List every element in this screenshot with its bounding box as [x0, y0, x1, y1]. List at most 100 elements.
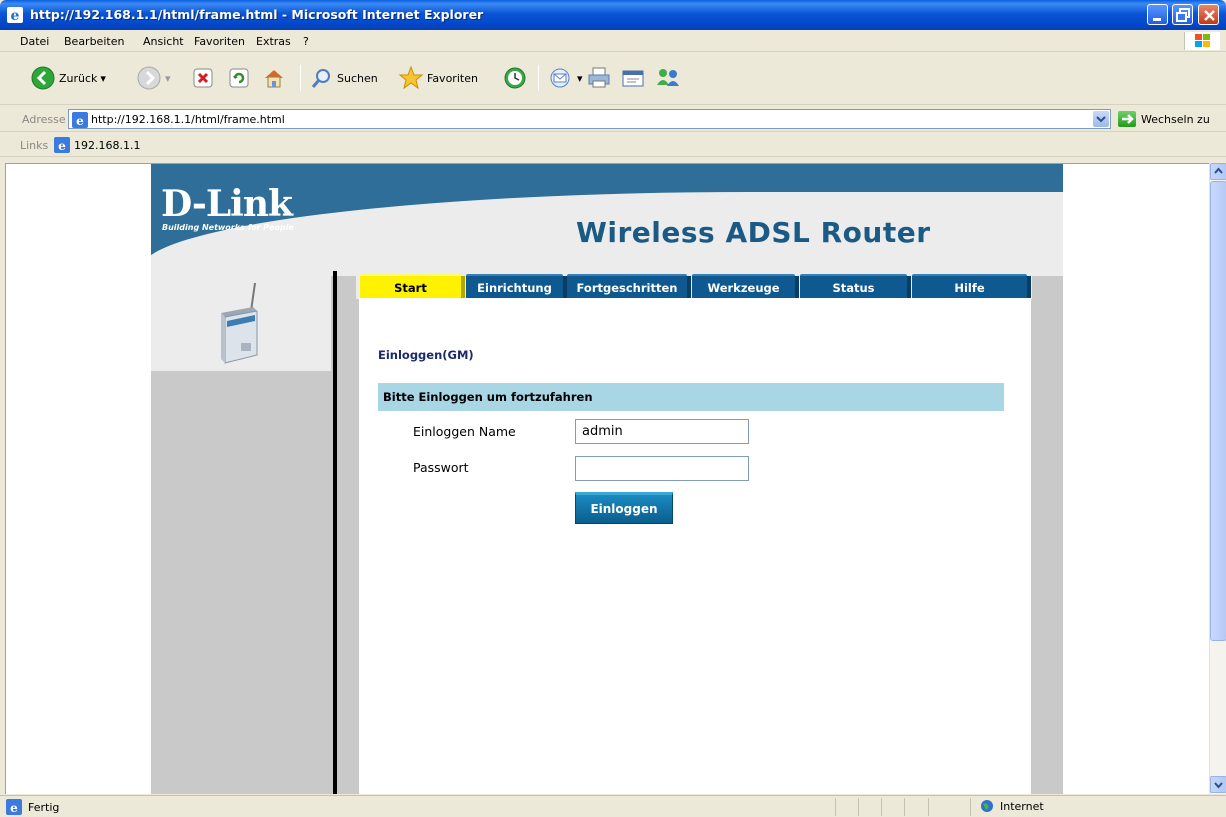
minimize-button[interactable] [1147, 4, 1168, 25]
window-title-bar[interactable]: e http://192.168.1.1/html/frame.html - M… [0, 0, 1226, 30]
go-button[interactable]: Wechseln zu [1118, 111, 1210, 127]
brand-tagline: Building Networks for People [162, 223, 294, 232]
back-arrow-icon [31, 66, 55, 90]
scroll-thumb[interactable] [1210, 181, 1226, 641]
menu-extras[interactable]: Extras [256, 35, 291, 48]
maximize-button[interactable] [1172, 4, 1193, 25]
svg-text:e: e [11, 8, 20, 24]
links-item-router[interactable]: e 192.168.1.1 [54, 137, 140, 153]
tab-werkzeuge[interactable]: Werkzeuge [692, 274, 799, 300]
tab-start[interactable]: Start [360, 274, 465, 300]
nav-divider [333, 271, 337, 794]
refresh-button[interactable] [228, 63, 250, 93]
links-label: Links [20, 139, 49, 152]
menu-favoriten[interactable]: Favoriten [194, 35, 245, 48]
back-button[interactable]: Zurück ▾ [30, 63, 106, 93]
search-button[interactable]: Suchen [310, 63, 378, 93]
favorites-label: Favoriten [427, 71, 478, 85]
search-label: Suchen [337, 71, 378, 85]
restore-icon [1176, 8, 1190, 22]
go-arrow-icon [1118, 111, 1136, 127]
toolbar-separator [300, 65, 301, 91]
scroll-down-button[interactable] [1210, 776, 1226, 793]
mail-dropdown-icon[interactable]: ▾ [577, 72, 583, 85]
address-dropdown-button[interactable] [1093, 111, 1109, 127]
router-page: D-Link Building Networks for People Wire… [151, 164, 1063, 794]
forward-dropdown-icon[interactable]: ▾ [165, 72, 171, 85]
stop-icon [193, 68, 213, 88]
product-title: Wireless ADSL Router [576, 216, 931, 249]
section-title: Einloggen(GM) [378, 348, 474, 362]
tab-fortgeschritten[interactable]: Fortgeschritten [567, 274, 691, 300]
globe-icon [981, 800, 993, 812]
security-zone[interactable]: Internet [980, 799, 1044, 813]
login-button[interactable]: Einloggen [575, 492, 673, 524]
page-ie-icon: e [72, 112, 88, 128]
edit-icon [622, 70, 644, 87]
close-icon [1204, 10, 1215, 21]
scroll-up-button[interactable] [1210, 163, 1226, 180]
vertical-scrollbar[interactable] [1209, 163, 1226, 794]
status-cell [881, 798, 882, 816]
history-button[interactable] [502, 63, 528, 93]
username-input[interactable] [575, 419, 749, 444]
forward-button[interactable]: ▾ [136, 63, 171, 93]
home-icon [265, 70, 283, 88]
tab-status[interactable]: Status [800, 274, 911, 300]
print-button[interactable] [586, 63, 612, 93]
status-cell [858, 798, 859, 816]
chevron-down-icon [1214, 782, 1223, 789]
back-dropdown-icon[interactable]: ▾ [100, 72, 106, 85]
zone-label: Internet [1000, 799, 1044, 813]
status-cell [835, 798, 836, 816]
menu-help[interactable]: ? [303, 35, 309, 48]
username-label: Einloggen Name [413, 424, 516, 439]
minimize-icon [1153, 18, 1161, 21]
messenger-button[interactable] [654, 63, 682, 93]
print-icon [588, 67, 610, 88]
window-title: http://192.168.1.1/html/frame.html - Mic… [30, 7, 484, 22]
page-ie-icon: e [54, 137, 70, 153]
menu-bearbeiten[interactable]: Bearbeiten [64, 35, 124, 48]
address-label: Adresse [22, 113, 66, 126]
menu-datei[interactable]: Datei [20, 35, 49, 48]
toolbar-separator-2 [538, 65, 539, 91]
messenger-icon [657, 69, 679, 86]
back-label: Zurück [59, 71, 98, 85]
browser-viewport: D-Link Building Networks for People Wire… [5, 163, 1209, 794]
favorites-star-icon [398, 65, 424, 90]
router-banner: D-Link Building Networks for People Wire… [151, 164, 1063, 264]
stop-button[interactable] [192, 63, 214, 93]
menu-bar: Datei Bearbeiten Ansicht Favoriten Extra… [0, 30, 1226, 52]
svg-text:e: e [10, 801, 18, 815]
history-icon [504, 67, 526, 89]
status-cell [928, 798, 929, 816]
password-input[interactable] [575, 456, 749, 481]
edit-button[interactable] [620, 63, 646, 93]
router-image-panel [151, 271, 331, 371]
menu-ansicht[interactable]: Ansicht [143, 35, 184, 48]
tab-einrichtung[interactable]: Einrichtung [466, 274, 567, 300]
tab-hilfe[interactable]: Hilfe [912, 274, 1031, 300]
chevron-up-icon [1214, 167, 1223, 174]
links-item-label: 192.168.1.1 [74, 138, 141, 152]
links-bar: Links e 192.168.1.1 [0, 133, 1226, 157]
windows-logo [1184, 32, 1220, 50]
windows-flag-icon [1195, 34, 1210, 47]
forward-arrow-icon [137, 66, 161, 90]
content-area [359, 298, 1031, 794]
address-bar: Adresse e http://192.168.1.1/html/frame.… [0, 106, 1226, 132]
mail-button[interactable]: ▾ [548, 63, 583, 93]
go-label: Wechseln zu [1141, 112, 1210, 126]
login-header: Bitte Einloggen um fortzufahren [378, 383, 1004, 411]
refresh-icon [229, 68, 249, 88]
favorites-button[interactable]: Favoriten [398, 63, 478, 93]
status-left: e Fertig [6, 799, 59, 815]
password-label: Passwort [413, 460, 469, 475]
search-icon [311, 69, 330, 88]
home-button[interactable] [262, 63, 286, 93]
svg-text:e: e [58, 139, 66, 153]
address-input[interactable]: e http://192.168.1.1/html/frame.html [68, 109, 1111, 129]
router-device-icon [221, 282, 258, 364]
close-button[interactable] [1198, 4, 1219, 25]
